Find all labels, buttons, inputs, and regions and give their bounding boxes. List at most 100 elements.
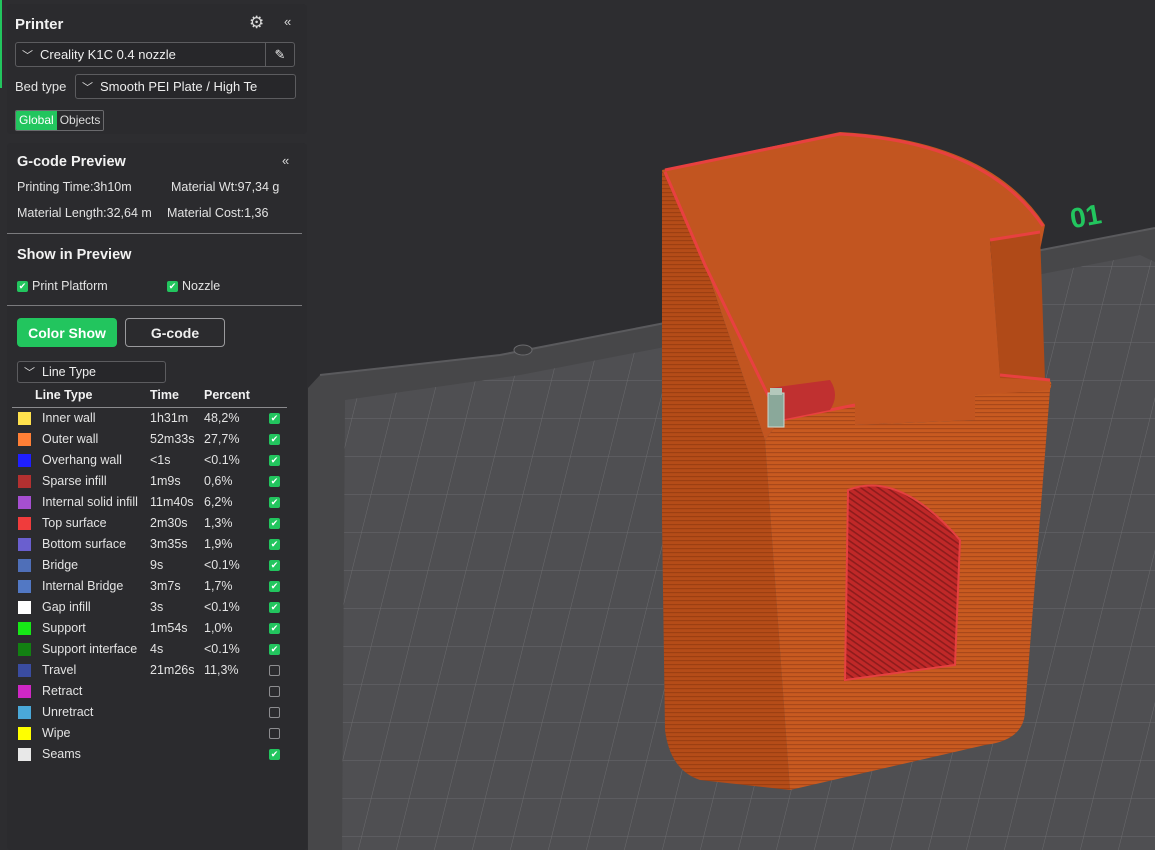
color-swatch [18, 622, 31, 635]
checkbox-checked-icon[interactable]: ✔ [269, 644, 280, 655]
checkbox-checked-icon[interactable]: ✔ [269, 413, 280, 424]
color-swatch [18, 433, 31, 446]
line-type-name: Bridge [42, 558, 79, 572]
chevron-down-icon: ﹀ [82, 81, 93, 94]
tab-global[interactable]: Global [16, 111, 57, 130]
line-type-name: Top surface [42, 516, 107, 530]
checkbox-checked-icon[interactable]: ✔ [269, 455, 280, 466]
line-type-time: 11m40s [150, 495, 194, 509]
line-type-time: 2m30s [150, 516, 188, 530]
col-time: Time [150, 388, 179, 402]
line-type-name: Bottom surface [42, 537, 127, 551]
line-type-time: 1m9s [150, 474, 181, 488]
table-row[interactable]: Travel 21m26s 11,3% [7, 660, 302, 681]
line-type-time: <1s [150, 453, 171, 467]
color-swatch [18, 412, 31, 425]
table-row[interactable]: Inner wall 1h31m 48,2% ✔ [7, 408, 302, 429]
material-cost: Material Cost:1,36 [167, 206, 269, 220]
tab-objects[interactable]: Objects [56, 111, 104, 130]
gear-icon[interactable]: ⚙ [249, 13, 264, 33]
checkbox-checked-icon[interactable]: ✔ [269, 581, 280, 592]
line-type-time: 3m7s [150, 579, 181, 593]
checkbox-checked-icon: ✔ [167, 280, 178, 292]
line-type-time: 3m35s [150, 537, 188, 551]
table-row[interactable]: Internal Bridge 3m7s 1,7% ✔ [7, 576, 302, 597]
line-type-name: Overhang wall [42, 453, 122, 467]
checkbox-checked-icon[interactable]: ✔ [269, 476, 280, 487]
table-row[interactable]: Overhang wall <1s <0.1% ✔ [7, 450, 302, 471]
color-swatch [18, 664, 31, 677]
table-row[interactable]: Seams ✔ [7, 744, 302, 765]
view-type-select[interactable]: ﹀ Line Type [17, 361, 166, 383]
table-row[interactable]: Unretract [7, 702, 302, 723]
line-type-time: 21m26s [150, 663, 195, 677]
table-row[interactable]: Outer wall 52m33s 27,7% ✔ [7, 429, 302, 450]
line-type-time: 4s [150, 642, 164, 656]
line-type-percent: 0,6% [204, 474, 233, 488]
color-swatch [18, 538, 31, 551]
nozzle-label: Nozzle [182, 279, 221, 293]
table-row[interactable]: Top surface 2m30s 1,3% ✔ [7, 513, 302, 534]
color-show-button[interactable]: Color Show [17, 318, 117, 347]
sidebar-accent-rail [0, 0, 2, 88]
double-chevron-left-icon[interactable]: « [284, 14, 291, 29]
line-type-percent: 1,3% [204, 516, 233, 530]
line-type-percent: 1,0% [204, 621, 233, 635]
chevron-down-icon: ﹀ [24, 367, 35, 379]
table-row[interactable]: Bottom surface 3m35s 1,9% ✔ [7, 534, 302, 555]
table-row[interactable]: Wipe [7, 723, 302, 744]
divider [7, 305, 302, 306]
line-type-name: Support interface [42, 642, 138, 656]
bed-type-value: Smooth PEI Plate / High Te [100, 79, 258, 94]
bed-type-select[interactable]: ﹀ Smooth PEI Plate / High Te [75, 74, 296, 99]
color-swatch [18, 454, 31, 467]
line-type-name: Travel [42, 663, 77, 677]
printer-select[interactable]: ﹀ Creality K1C 0.4 nozzle ✎ [15, 42, 295, 67]
pencil-icon[interactable]: ✎ [265, 43, 294, 66]
bed-type-label: Bed type [15, 79, 67, 94]
line-type-percent: 27,7% [204, 432, 240, 446]
checkbox-checked-icon[interactable]: ✔ [269, 623, 280, 634]
line-type-percent: <0.1% [204, 453, 240, 467]
line-type-name: Inner wall [42, 411, 96, 425]
table-row[interactable]: Gap infill 3s <0.1% ✔ [7, 597, 302, 618]
checkbox-checked-icon[interactable]: ✔ [269, 539, 280, 550]
checkbox-unchecked-icon[interactable] [269, 686, 280, 697]
line-type-name: Support [42, 621, 86, 635]
line-type-time: 52m33s [150, 432, 195, 446]
printer-title: Printer [15, 16, 64, 33]
checkbox-checked-icon[interactable]: ✔ [269, 560, 280, 571]
checkbox-checked-icon[interactable]: ✔ [269, 602, 280, 613]
checkbox-checked-icon[interactable]: ✔ [269, 518, 280, 529]
checkbox-unchecked-icon[interactable] [269, 728, 280, 739]
nozzle-checkbox[interactable]: ✔ Nozzle [167, 279, 220, 293]
line-type-name: Sparse infill [42, 474, 107, 488]
line-type-time: 3s [150, 600, 164, 614]
plate-screw [513, 344, 533, 356]
line-type-name: Internal solid infill [42, 495, 138, 509]
show-in-preview-title: Show in Preview [17, 247, 132, 263]
checkbox-checked-icon[interactable]: ✔ [269, 749, 280, 760]
table-row[interactable]: Sparse infill 1m9s 0,6% ✔ [7, 471, 302, 492]
checkbox-unchecked-icon[interactable] [269, 665, 280, 676]
checkbox-checked-icon[interactable]: ✔ [269, 497, 280, 508]
print-platform-checkbox[interactable]: ✔ Print Platform [17, 279, 108, 293]
checkbox-unchecked-icon[interactable] [269, 707, 280, 718]
line-type-name: Seams [42, 747, 81, 761]
material-weight: Material Wt:97,34 g [171, 180, 280, 194]
table-row[interactable]: Internal solid infill 11m40s 6,2% ✔ [7, 492, 302, 513]
gcode-button[interactable]: G-code [125, 318, 225, 347]
color-swatch [18, 727, 31, 740]
table-row[interactable]: Bridge 9s <0.1% ✔ [7, 555, 302, 576]
table-row[interactable]: Support 1m54s 1,0% ✔ [7, 618, 302, 639]
table-row[interactable]: Retract [7, 681, 302, 702]
global-objects-toggle[interactable]: Global Objects [15, 110, 105, 131]
line-type-percent: <0.1% [204, 642, 240, 656]
color-swatch [18, 559, 31, 572]
table-row[interactable]: Support interface 4s <0.1% ✔ [7, 639, 302, 660]
checkbox-checked-icon[interactable]: ✔ [269, 434, 280, 445]
double-chevron-left-icon[interactable]: « [282, 153, 289, 168]
material-length: Material Length:32,64 m [17, 206, 152, 220]
line-type-name: Wipe [42, 726, 71, 740]
color-swatch [18, 706, 31, 719]
